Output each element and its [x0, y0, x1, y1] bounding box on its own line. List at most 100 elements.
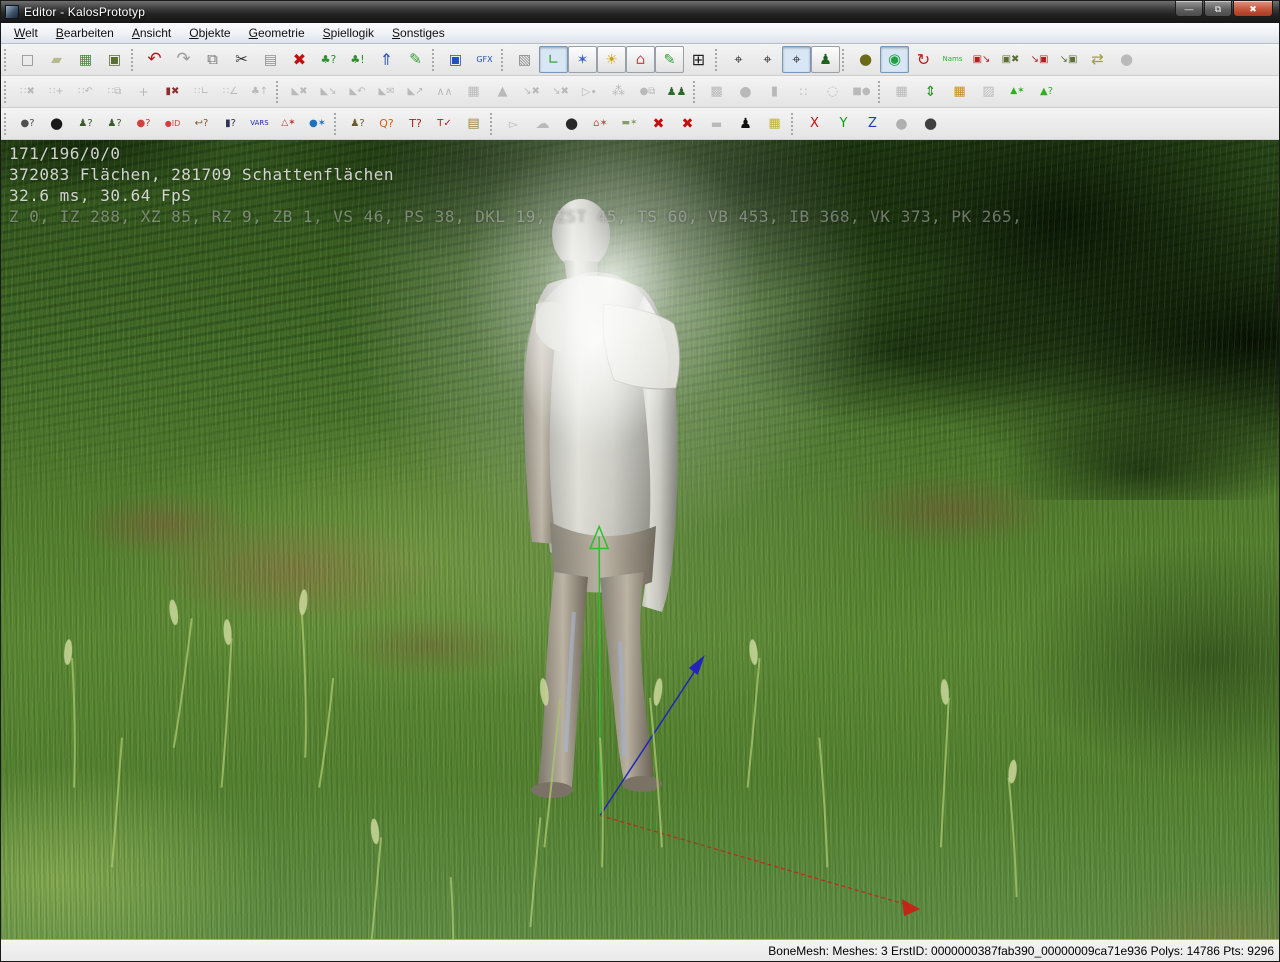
- globe-star-icon[interactable]: ●✶: [303, 110, 332, 137]
- arrows-cross-1-icon[interactable]: ↘✖: [517, 78, 546, 105]
- minimap-icon[interactable]: ▦: [760, 110, 789, 137]
- camera-z-icon[interactable]: Z: [858, 110, 887, 137]
- star-icon[interactable]: ✶: [568, 46, 597, 73]
- undo-icon[interactable]: ↶: [140, 46, 169, 73]
- text-question-icon[interactable]: T?: [401, 110, 430, 137]
- menu-ansicht[interactable]: Ansicht: [123, 24, 180, 42]
- camera-x-icon[interactable]: X: [800, 110, 829, 137]
- sun-cloud-icon[interactable]: ☀: [597, 46, 626, 73]
- two-figures-icon[interactable]: ♟♟: [662, 78, 691, 105]
- open-folder-icon[interactable]: ▰: [42, 46, 71, 73]
- export-dw-1-icon[interactable]: ▣↘: [967, 46, 996, 73]
- markers-copy-icon[interactable]: ∷⧉: [100, 78, 129, 105]
- paste-icon[interactable]: ▤: [256, 46, 285, 73]
- menu-geometrie[interactable]: Geometrie: [240, 24, 314, 42]
- sphere-move-icon[interactable]: ◉: [880, 46, 909, 73]
- title-bar[interactable]: Editor - KalosPrototyp — ⧉ ✖: [1, 1, 1279, 23]
- terrain-select-icon[interactable]: ▨: [974, 78, 1003, 105]
- house-icon[interactable]: ⌂: [626, 46, 655, 73]
- grid-wire-icon[interactable]: ▦: [887, 78, 916, 105]
- terrain-texture-icon[interactable]: ▦: [945, 78, 974, 105]
- triangle-marks-icon[interactable]: ▷∙: [575, 78, 604, 105]
- axis-widget-icon[interactable]: ∟: [539, 46, 568, 73]
- restore-button[interactable]: ⧉: [1204, 1, 1232, 17]
- markers-undo-icon[interactable]: ∷↶: [71, 78, 100, 105]
- bug-delete-1-icon[interactable]: ✖: [644, 110, 673, 137]
- waypoint-question-icon[interactable]: ↩?: [187, 110, 216, 137]
- black-grid-icon[interactable]: ⊞: [684, 46, 713, 73]
- sphere-dark-icon[interactable]: ●: [851, 46, 880, 73]
- grid-soft-icon[interactable]: ▦: [459, 78, 488, 105]
- delete-icon[interactable]: ✖: [285, 46, 314, 73]
- sphere-gray-icon[interactable]: ●: [1112, 46, 1141, 73]
- item-id-icon[interactable]: ●ID: [158, 110, 187, 137]
- viewport-3d[interactable]: 171/196/0/0 372083 Flächen, 281709 Schat…: [1, 140, 1279, 939]
- export-dw-2-icon[interactable]: ▣✖: [996, 46, 1025, 73]
- sphere-checker-icon[interactable]: ●: [887, 110, 916, 137]
- sphere-rotate-icon[interactable]: ↻: [909, 46, 938, 73]
- import-dw-1-icon[interactable]: ↘▣: [1025, 46, 1054, 73]
- walk-figure-icon[interactable]: ♟: [811, 46, 840, 73]
- camera-marker-2-icon[interactable]: ⌖: [753, 46, 782, 73]
- minimize-button[interactable]: —: [1175, 1, 1203, 17]
- tree-question-icon[interactable]: ♣?: [314, 46, 343, 73]
- sector-axes-icon[interactable]: ◣↗: [401, 78, 430, 105]
- spheres-swap-icon[interactable]: ⇄: [1083, 46, 1112, 73]
- portal-delete-icon[interactable]: ▮✖: [158, 78, 187, 105]
- sphere-folder-icon[interactable]: ●: [42, 110, 71, 137]
- triangle-textured-icon[interactable]: ▲: [488, 78, 517, 105]
- axis-gizmo[interactable]: [590, 527, 920, 917]
- fog-icon[interactable]: ☁: [528, 110, 557, 137]
- copy-icon[interactable]: ⧉: [198, 46, 227, 73]
- tree-insert-icon[interactable]: ⇑: [372, 46, 401, 73]
- vars-question-icon[interactable]: VARS: [245, 110, 274, 137]
- sphere-copy-icon[interactable]: ●⧉: [633, 78, 662, 105]
- triangles-star-icon[interactable]: △✶: [274, 110, 303, 137]
- house-star-icon[interactable]: ⌂✶: [586, 110, 615, 137]
- close-button[interactable]: ✖: [1233, 1, 1273, 17]
- camera-marker-1-icon[interactable]: ⌖: [724, 46, 753, 73]
- camera-marker-3-icon[interactable]: ⌖: [782, 46, 811, 73]
- mountains-icon[interactable]: ∧∧: [430, 78, 459, 105]
- projector-icon[interactable]: ▻: [499, 110, 528, 137]
- terrain-new-icon[interactable]: ▲✶: [1003, 78, 1032, 105]
- marker-single-icon[interactable]: +: [129, 78, 158, 105]
- sector-rotate-icon[interactable]: ◣↶: [343, 78, 372, 105]
- camera-y-icon[interactable]: Y: [829, 110, 858, 137]
- sector-mail-icon[interactable]: ◣✉: [372, 78, 401, 105]
- cut-icon[interactable]: ✂: [227, 46, 256, 73]
- island-gray-icon[interactable]: ▬: [702, 110, 731, 137]
- terrain-raise-icon[interactable]: ⇕: [916, 78, 945, 105]
- tree-lift-icon[interactable]: ♣↑: [245, 78, 274, 105]
- droplet-icon[interactable]: ◌: [818, 78, 847, 105]
- redo-icon[interactable]: ↷: [169, 46, 198, 73]
- blob-icon[interactable]: ●: [731, 78, 760, 105]
- menu-sonstiges[interactable]: Sonstiges: [383, 24, 454, 42]
- item-question-icon[interactable]: ●?: [129, 110, 158, 137]
- runner-icon[interactable]: ♟: [731, 110, 760, 137]
- scatter-icon[interactable]: ⁂: [604, 78, 633, 105]
- menu-spiellogik[interactable]: Spiellogik: [314, 24, 383, 42]
- script-question-icon[interactable]: ●?: [13, 110, 42, 137]
- text-check-icon[interactable]: T✓: [430, 110, 459, 137]
- markers-gizmo-icon[interactable]: ∷∠: [216, 78, 245, 105]
- grid-dark-icon[interactable]: ▩: [702, 78, 731, 105]
- paint-pencil-icon[interactable]: ✎: [655, 46, 684, 73]
- cylinder-icon[interactable]: ▮: [760, 78, 789, 105]
- menu-welt[interactable]: Welt: [5, 24, 47, 42]
- menu-objekte[interactable]: Objekte: [180, 24, 239, 42]
- menu-bearbeiten[interactable]: Bearbeiten: [47, 24, 123, 42]
- sphere-axes-icon[interactable]: ●: [557, 110, 586, 137]
- sphere-sound-icon[interactable]: ●: [916, 110, 945, 137]
- viewport-frame-icon[interactable]: ▣: [441, 46, 470, 73]
- import-dw-2-icon[interactable]: ↘▣: [1054, 46, 1083, 73]
- sector-delete-icon[interactable]: ◣✖: [285, 78, 314, 105]
- new-file-icon[interactable]: □: [13, 46, 42, 73]
- arrows-cross-2-icon[interactable]: ↘✖: [546, 78, 575, 105]
- terrain-colors-icon[interactable]: ▦: [71, 46, 100, 73]
- gfx-settings-icon[interactable]: GFX: [470, 46, 499, 73]
- markers-axis-icon[interactable]: ∷∟: [187, 78, 216, 105]
- bug-delete-2-icon[interactable]: ✖: [673, 110, 702, 137]
- boat-question-icon[interactable]: ♟?: [343, 110, 372, 137]
- sector-move-icon[interactable]: ◣↘: [314, 78, 343, 105]
